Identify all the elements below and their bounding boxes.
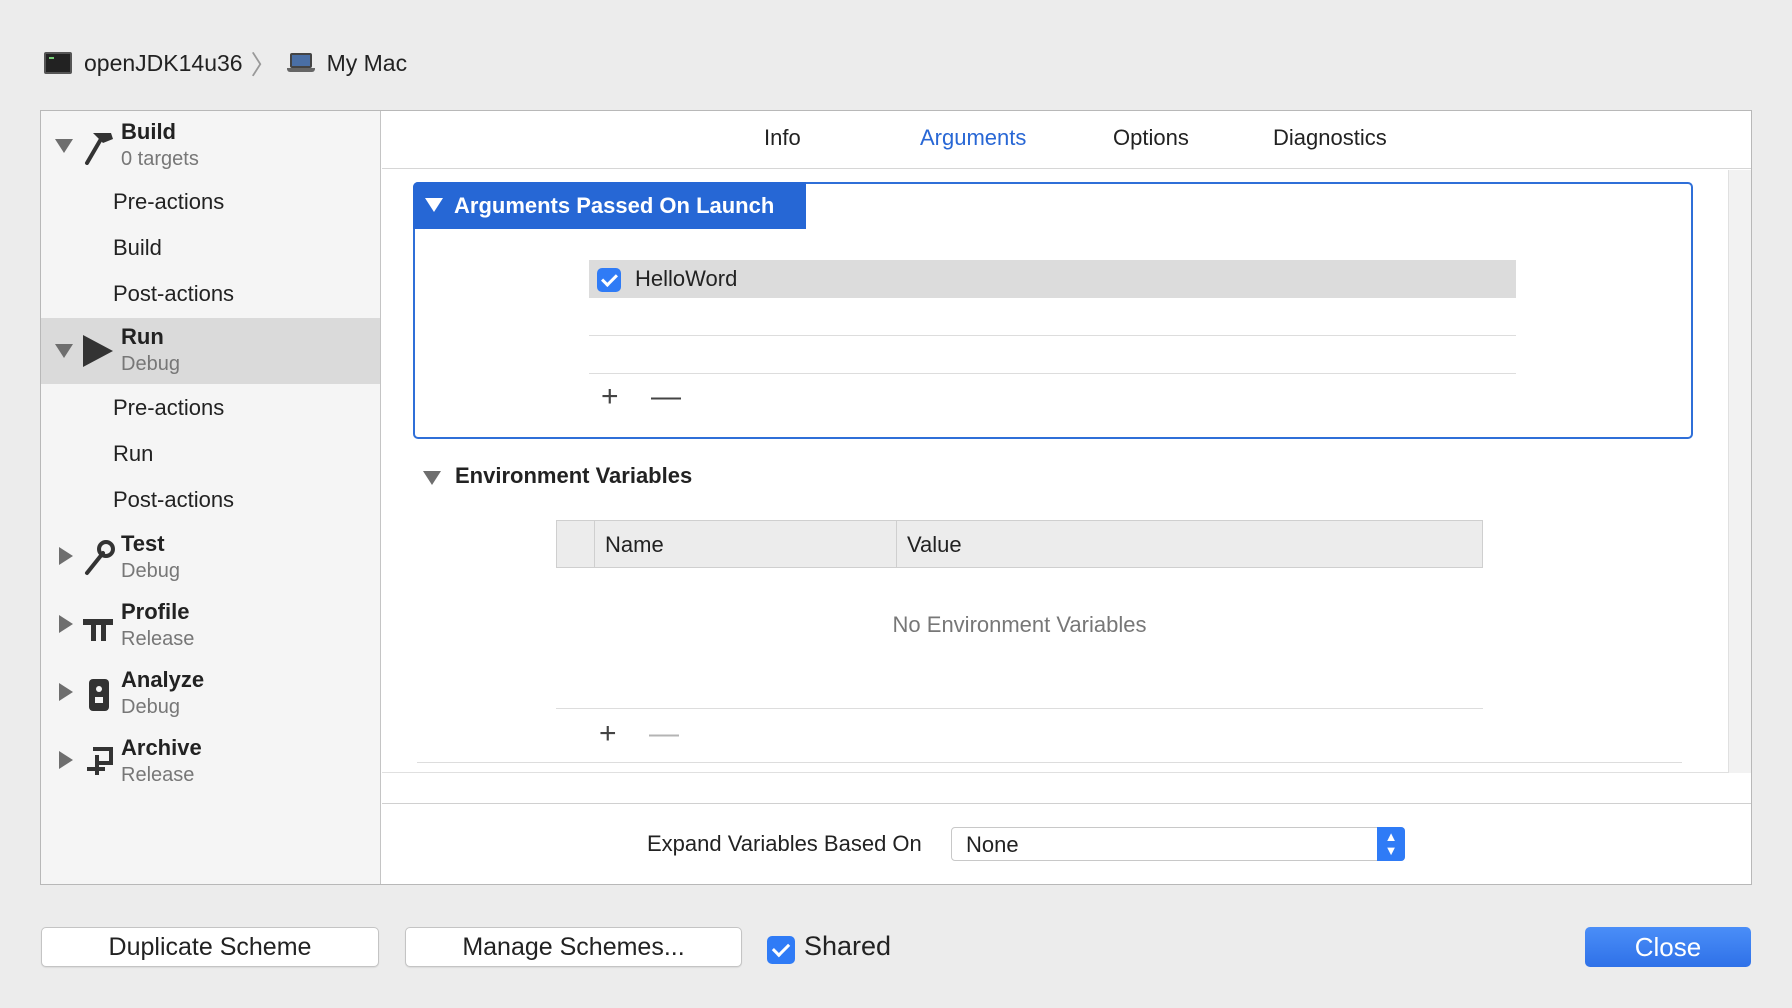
row-divider [589, 373, 1516, 374]
argument-value[interactable]: HelloWord [635, 266, 737, 292]
terminal-icon [44, 52, 72, 74]
disclosure-down-icon [425, 198, 443, 212]
sidebar-item-build-pre-actions[interactable]: Pre-actions [113, 189, 224, 215]
disclosure-right-icon[interactable] [59, 751, 73, 769]
environment-table-header: Name Value [556, 520, 1483, 568]
breadcrumb: openJDK14u36 〉 My Mac [44, 48, 408, 80]
select-stepper-icon[interactable]: ▲ ▼ [1377, 827, 1405, 861]
scroll-area: Arguments Passed On Launch HelloWord + —… [382, 170, 1729, 773]
column-label: Name [605, 532, 664, 557]
tab-info[interactable]: Info [764, 125, 801, 151]
manage-schemes-button[interactable]: Manage Schemes... [405, 927, 742, 967]
add-variable-button[interactable]: + [599, 719, 617, 749]
disclosure-right-icon[interactable] [59, 615, 73, 633]
row-divider [556, 708, 1483, 709]
section-title: Run [121, 324, 164, 349]
expand-variables-select[interactable]: None ▲ ▼ [951, 827, 1405, 861]
sidebar-item-test[interactable]: Test Debug [41, 525, 380, 591]
sidebar-item-analyze[interactable]: Analyze Debug [41, 661, 380, 727]
tab-arguments[interactable]: Arguments [920, 125, 1026, 151]
laptop-icon [286, 53, 315, 73]
section-subtitle: Release [121, 764, 195, 786]
section-title: Analyze [121, 667, 205, 692]
section-subtitle: Release [121, 628, 195, 650]
section-title: Profile [121, 599, 190, 624]
sidebar-item-archive[interactable]: Archive Release [41, 729, 380, 795]
section-subtitle: Debug [121, 696, 180, 718]
scheme-name[interactable]: openJDK14u36 [84, 50, 243, 77]
destination-name[interactable]: My Mac [327, 50, 408, 77]
scheme-editor: Build 0 targets Pre-actions Build Post-a… [40, 110, 1752, 885]
gauge-tool-icon [83, 619, 113, 641]
archive-clamp-icon [87, 747, 113, 775]
expand-variables-bar: Expand Variables Based On None ▲ ▼ [382, 803, 1751, 884]
wrench-icon [85, 540, 115, 575]
checkbox-checked-icon[interactable] [597, 268, 621, 292]
enabled-column-header [557, 521, 595, 567]
sidebar-item-run-post-actions[interactable]: Post-actions [113, 487, 234, 513]
disclosure-down-icon[interactable] [55, 344, 73, 358]
sidebar: Build 0 targets Pre-actions Build Post-a… [41, 111, 381, 884]
hammer-icon [85, 133, 113, 165]
arguments-content: Arguments Passed On Launch HelloWord + —… [382, 170, 1751, 773]
sidebar-item-build[interactable]: Build 0 targets [41, 113, 380, 179]
arguments-section: Arguments Passed On Launch HelloWord + — [413, 182, 1693, 439]
section-title: Archive [121, 735, 202, 760]
sidebar-item-profile[interactable]: Profile Release [41, 593, 380, 659]
disclosure-right-icon[interactable] [59, 547, 73, 565]
expand-variables-label: Expand Variables Based On [647, 831, 922, 856]
chevron-right-icon: 〉 [250, 49, 277, 80]
section-subtitle: Debug [121, 353, 180, 375]
disclosure-right-icon[interactable] [59, 683, 73, 701]
close-button[interactable]: Close [1585, 927, 1751, 967]
section-divider [417, 762, 1682, 763]
row-divider [589, 335, 1516, 336]
remove-variable-button: — [649, 717, 679, 750]
shared-label[interactable]: Shared [804, 931, 891, 962]
sidebar-item-run-pre-actions[interactable]: Pre-actions [113, 395, 224, 421]
sidebar-item-build-build[interactable]: Build [113, 235, 162, 261]
detail-panel: Info Arguments Options Diagnostics Argum… [382, 111, 1751, 884]
name-column-header[interactable]: Name [595, 521, 897, 567]
play-icon [83, 335, 113, 367]
disclosure-down-icon[interactable] [423, 471, 441, 485]
section-subtitle: Debug [121, 560, 180, 582]
environment-section-title[interactable]: Environment Variables [455, 463, 692, 489]
arguments-section-header[interactable]: Arguments Passed On Launch [413, 182, 806, 229]
sidebar-item-run-run[interactable]: Run [113, 441, 153, 467]
analyze-icon [89, 679, 109, 711]
arguments-section-title: Arguments Passed On Launch [454, 193, 775, 218]
shared-checkbox[interactable] [767, 936, 795, 964]
section-title: Build [121, 119, 176, 144]
empty-state-text: No Environment Variables [892, 612, 1147, 637]
duplicate-scheme-button[interactable]: Duplicate Scheme [41, 927, 379, 967]
tab-options[interactable]: Options [1113, 125, 1189, 151]
section-subtitle: 0 targets [121, 148, 199, 170]
add-argument-button[interactable]: + [601, 382, 619, 412]
tab-diagnostics[interactable]: Diagnostics [1273, 125, 1387, 151]
tab-bar: Info Arguments Options Diagnostics [382, 111, 1751, 169]
argument-row[interactable]: HelloWord [589, 260, 1516, 298]
value-column-header[interactable]: Value [907, 532, 962, 558]
section-title: Test [121, 531, 165, 556]
remove-argument-button[interactable]: — [651, 382, 681, 412]
sidebar-item-run[interactable]: Run Debug [41, 318, 380, 384]
disclosure-down-icon[interactable] [55, 139, 73, 153]
select-value: None [966, 832, 1019, 857]
sidebar-item-build-post-actions[interactable]: Post-actions [113, 281, 234, 307]
